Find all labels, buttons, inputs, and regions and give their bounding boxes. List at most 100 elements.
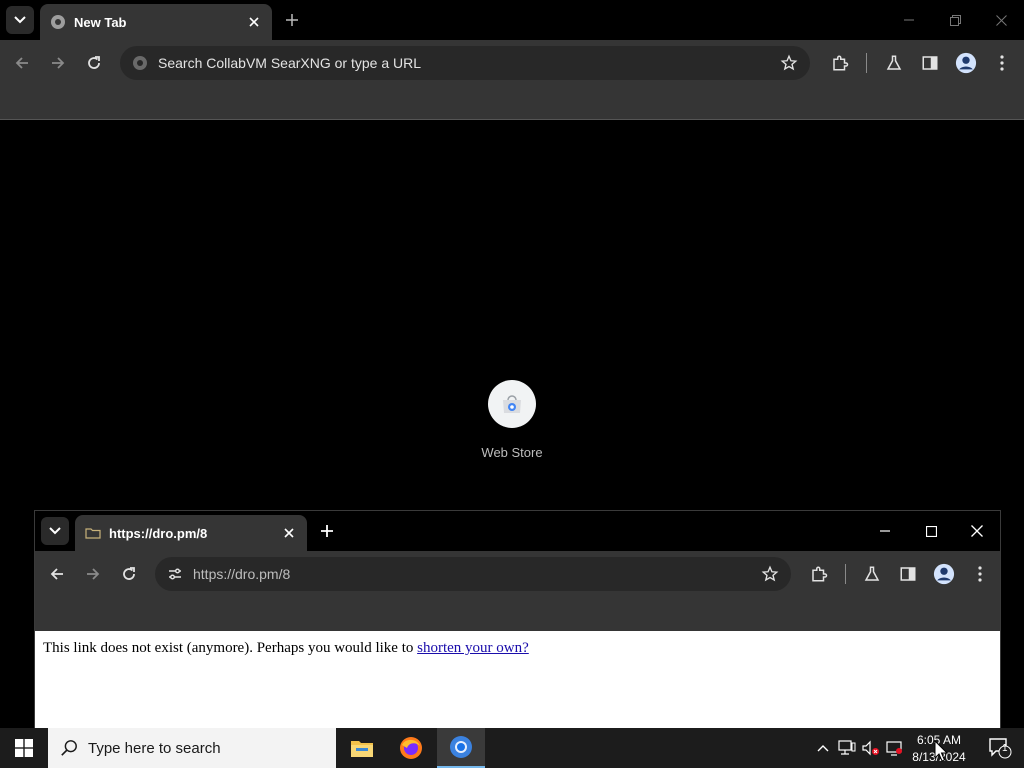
chevron-down-icon (14, 16, 26, 24)
notification-count: 1 (1002, 743, 1008, 754)
taskbar-app-file-explorer[interactable] (338, 728, 386, 768)
extensions-button[interactable] (805, 560, 833, 588)
extensions-button[interactable] (826, 49, 854, 77)
tab-close-icon[interactable] (246, 14, 262, 30)
display-tray-button[interactable] (884, 728, 906, 768)
back-button[interactable] (8, 49, 36, 77)
windows-logo-icon (15, 739, 33, 757)
popup-browser-toolbar: https://dro.pm/8 (35, 551, 1000, 597)
error-message: This link does not exist (anymore). Perh… (43, 640, 418, 656)
toolbar-divider (845, 564, 846, 584)
side-panel-button[interactable] (916, 49, 944, 77)
maximize-button[interactable] (908, 511, 954, 551)
labs-button[interactable] (858, 560, 886, 588)
popup-bookmarks-bar (35, 597, 1000, 631)
reload-button[interactable] (115, 560, 143, 588)
shortcut-tile-icon-wrap (488, 380, 536, 428)
popup-tab-strip: https://dro.pm/8 (35, 511, 1000, 551)
avatar-icon (955, 52, 977, 74)
minimize-button[interactable] (886, 0, 932, 40)
flask-icon (864, 566, 880, 581)
web-store-icon (503, 395, 521, 413)
puzzle-icon (833, 55, 849, 71)
chevron-down-icon (49, 527, 61, 535)
new-tab-button[interactable] (280, 8, 304, 32)
firefox-icon (400, 737, 422, 759)
start-button[interactable] (0, 728, 48, 768)
volume-muted-icon (862, 740, 879, 756)
forward-button[interactable] (44, 49, 72, 77)
reload-icon (123, 567, 135, 580)
kebab-menu-icon (1000, 55, 1004, 71)
forward-button[interactable] (79, 560, 107, 588)
taskbar-app-chrome[interactable] (437, 728, 485, 768)
mouse-cursor-icon (934, 740, 948, 762)
tab-new-tab[interactable]: New Tab (40, 4, 272, 40)
shortcut-tile-label: Web Store (481, 445, 543, 460)
site-settings-icon[interactable] (167, 566, 183, 582)
menu-button[interactable] (966, 560, 994, 588)
close-window-button[interactable] (954, 511, 1000, 551)
reload-icon (88, 56, 100, 69)
popup-window-controls (862, 511, 1000, 551)
notification-icon (989, 738, 1012, 759)
plus-icon (321, 525, 333, 537)
profile-button[interactable] (952, 49, 980, 77)
popup-tab-search-button[interactable] (41, 517, 69, 545)
close-window-button[interactable] (978, 0, 1024, 40)
restore-button[interactable] (932, 0, 978, 40)
puzzle-icon (812, 566, 828, 582)
folder-favicon-icon (85, 525, 101, 541)
folder-icon (351, 741, 373, 757)
notification-center-button[interactable]: 1 (980, 728, 1020, 768)
shorten-link[interactable]: shorten your own? (417, 640, 529, 656)
taskbar-search-box[interactable]: Type here to search (48, 728, 336, 768)
volume-tray-button[interactable] (860, 728, 882, 768)
side-panel-icon (922, 56, 938, 70)
plus-icon (286, 14, 298, 26)
profile-button[interactable] (930, 560, 958, 588)
popup-omnibox-url: https://dro.pm/8 (193, 566, 291, 582)
minimize-button[interactable] (862, 511, 908, 551)
popup-new-tab-button[interactable] (315, 519, 339, 543)
bookmark-star-icon[interactable] (761, 565, 779, 583)
chevron-up-icon (817, 745, 829, 752)
network-tray-button[interactable] (836, 728, 858, 768)
tab-title: New Tab (74, 14, 127, 30)
bookmark-star-icon[interactable] (780, 54, 798, 72)
popup-omnibox[interactable]: https://dro.pm/8 (155, 557, 791, 591)
network-icon (838, 740, 856, 755)
bookmarks-bar (0, 86, 1024, 120)
popup-tab-title: https://dro.pm/8 (109, 525, 208, 541)
back-button[interactable] (43, 560, 71, 588)
popup-tab[interactable]: https://dro.pm/8 (75, 515, 307, 551)
shortcut-tile-web-store[interactable]: Web Store (472, 380, 552, 460)
kebab-menu-icon (978, 566, 982, 582)
back-arrow-icon (15, 57, 28, 69)
show-hidden-icons-button[interactable] (814, 728, 832, 768)
labs-button[interactable] (880, 49, 908, 77)
tab-strip: New Tab (0, 0, 1024, 40)
taskbar-app-firefox[interactable] (387, 728, 435, 768)
menu-button[interactable] (988, 49, 1016, 77)
forward-arrow-icon (87, 568, 100, 580)
chrome-icon (450, 736, 472, 758)
tab-close-icon[interactable] (281, 525, 297, 541)
forward-arrow-icon (52, 57, 65, 69)
search-icon (61, 740, 77, 756)
tab-search-button[interactable] (6, 6, 34, 34)
popup-browser-window: https://dro.pm/8 https://dro.pm/8 This l… (34, 510, 1001, 728)
reload-button[interactable] (80, 49, 108, 77)
page-content: This link does not exist (anymore). Perh… (35, 631, 1000, 728)
taskbar: Type here to search 6:05 AM 8/13/2024 1 (0, 728, 1024, 768)
omnibox[interactable]: Search CollabVM SearXNG or type a URL (120, 46, 810, 80)
search-engine-icon (133, 56, 147, 70)
omnibox-placeholder: Search CollabVM SearXNG or type a URL (158, 55, 421, 71)
side-panel-button[interactable] (894, 560, 922, 588)
display-icon (886, 741, 902, 756)
window-controls (886, 0, 1024, 40)
toolbar-divider (866, 53, 867, 73)
taskbar-search-placeholder: Type here to search (88, 739, 221, 757)
side-panel-icon (900, 567, 916, 581)
avatar-icon (933, 563, 955, 585)
